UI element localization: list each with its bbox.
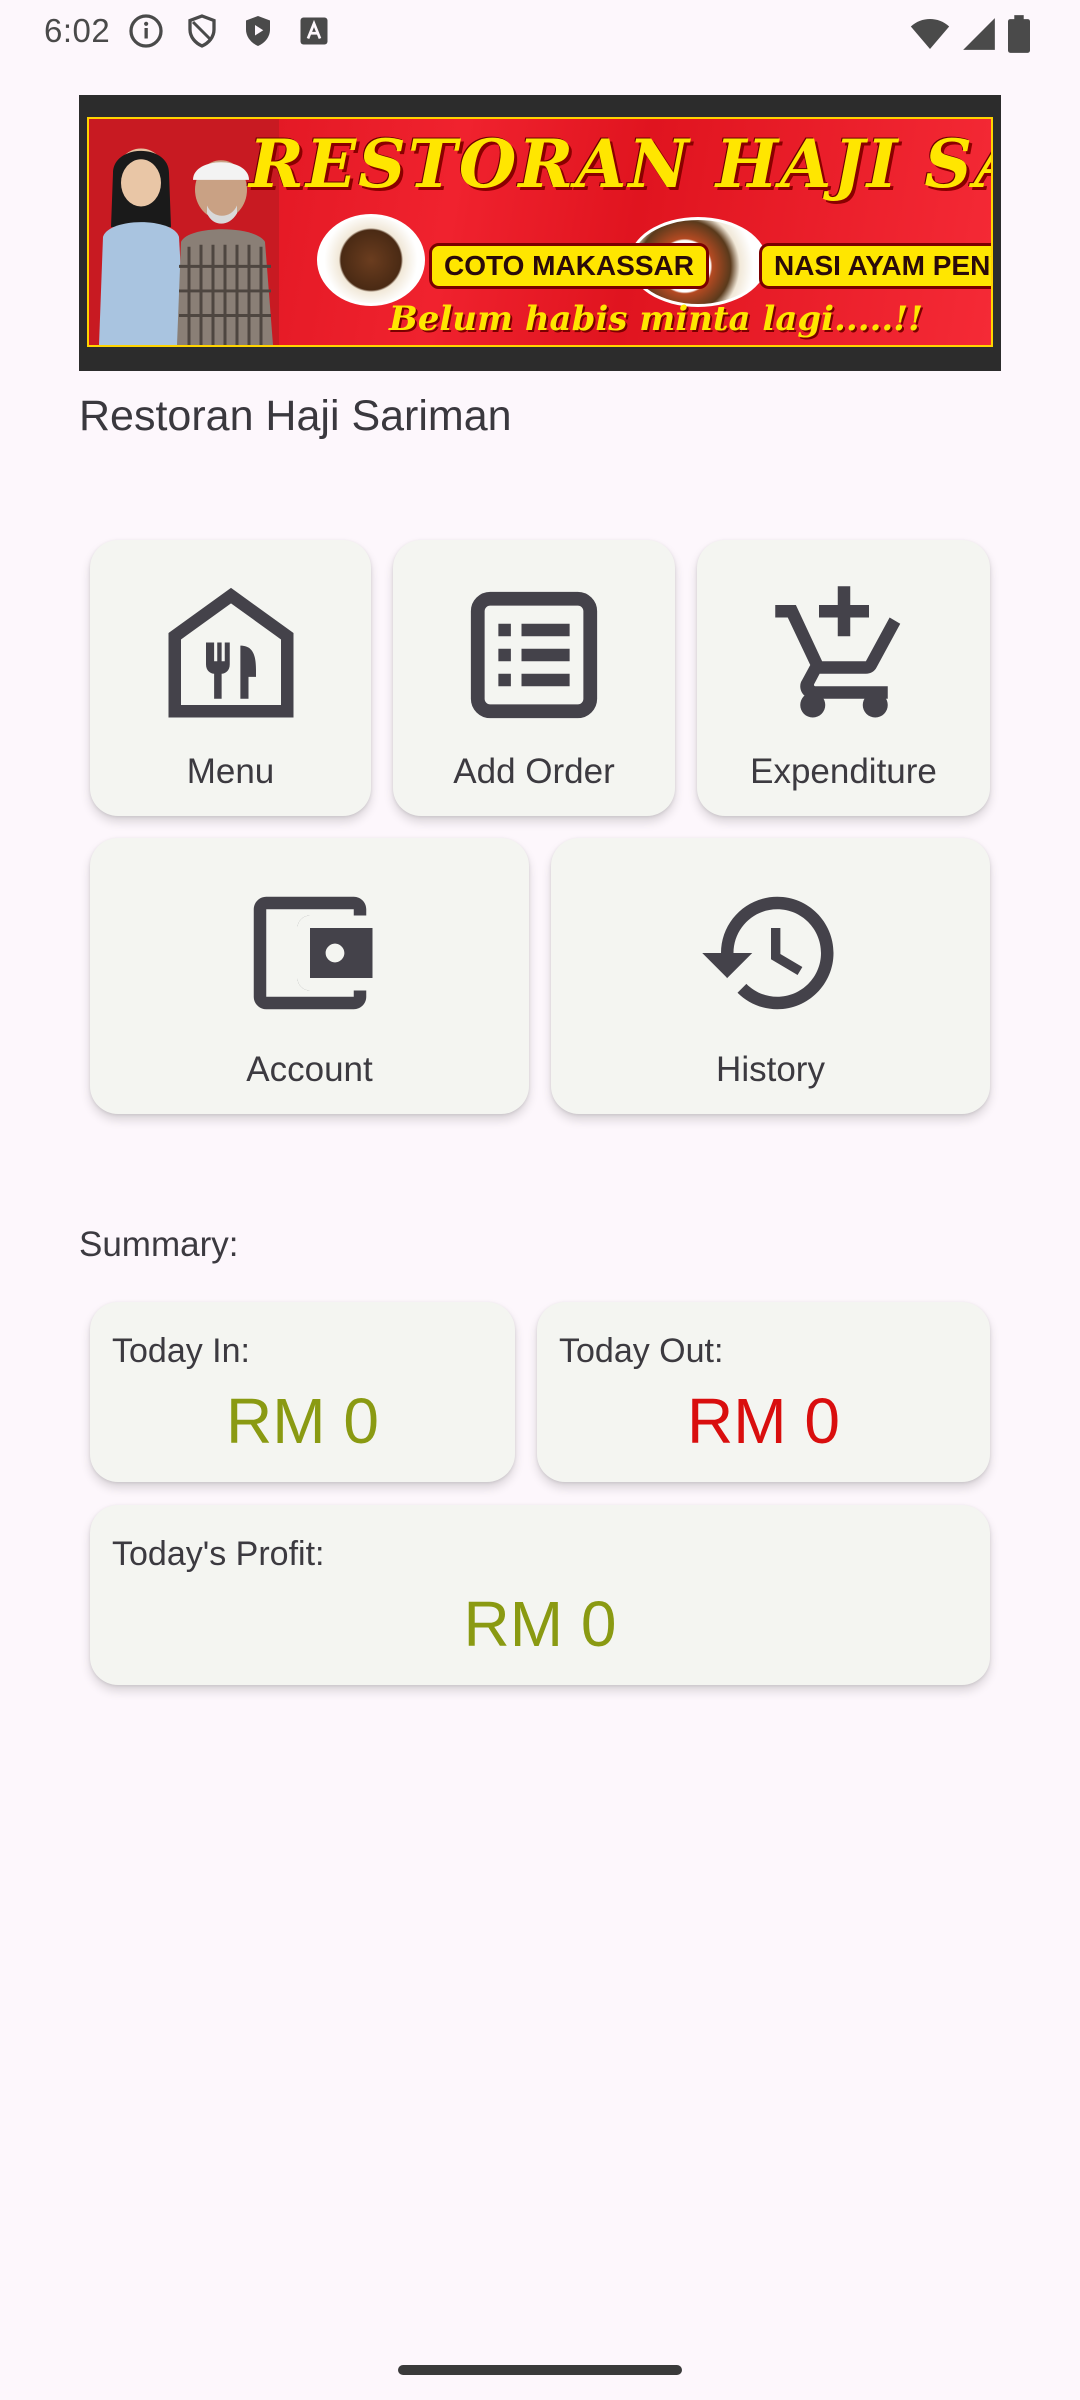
banner-tag-ayam-penyet: NASI AYAM PENYET xyxy=(759,243,991,289)
add-shopping-cart-icon xyxy=(774,586,900,718)
wifi-icon xyxy=(910,14,950,62)
today-out-value: RM 0 xyxy=(687,1385,840,1457)
expenditure-label: Expenditure xyxy=(750,752,937,791)
wallet-icon xyxy=(253,896,372,1010)
today-profit-card: Today's Profit: RM 0 xyxy=(90,1505,990,1685)
banner-dish-coto xyxy=(317,214,425,306)
today-in-card: Today In: RM 0 xyxy=(90,1302,515,1482)
status-time: 6:02 xyxy=(44,12,111,49)
history-button[interactable]: History xyxy=(551,838,990,1114)
today-in-value: RM 0 xyxy=(226,1385,379,1457)
summary-label: Summary: xyxy=(79,1225,239,1264)
play-protect-icon xyxy=(240,13,276,49)
history-label: History xyxy=(716,1050,825,1089)
list-icon xyxy=(470,591,598,719)
today-profit-label: Today's Profit: xyxy=(112,1535,325,1573)
banner-image: RESTORAN HAJI SARIMAN COTO MAKASSAR NASI… xyxy=(87,117,993,347)
today-out-label: Today Out: xyxy=(559,1332,724,1370)
menu-button[interactable]: Menu xyxy=(90,540,371,816)
cellular-signal-icon xyxy=(960,15,998,61)
today-out-card: Today Out: RM 0 xyxy=(537,1302,990,1482)
banner-slogan: Belum habis minta lagi.....!! xyxy=(389,299,924,339)
battery-icon xyxy=(1008,15,1030,61)
today-profit-value: RM 0 xyxy=(463,1588,617,1660)
status-bar: 6:02 xyxy=(0,0,1080,62)
home-indicator[interactable] xyxy=(398,2365,682,2375)
shield-icon xyxy=(184,13,220,49)
banner-title: RESTORAN HAJI SARIMAN xyxy=(249,125,991,203)
status-right xyxy=(910,14,1030,62)
account-label: Account xyxy=(246,1050,373,1089)
keyboard-a-icon xyxy=(296,13,332,49)
menu-label: Menu xyxy=(186,752,275,791)
banner-tag-coto: COTO MAKASSAR xyxy=(429,243,709,289)
page-title: Restoran Haji Sariman xyxy=(79,392,512,440)
account-button[interactable]: Account xyxy=(90,838,529,1114)
history-icon xyxy=(701,896,833,1010)
add-order-button[interactable]: Add Order xyxy=(393,540,675,816)
restaurant-menu-icon xyxy=(168,587,293,718)
info-icon xyxy=(128,13,164,49)
expenditure-button[interactable]: Expenditure xyxy=(697,540,990,816)
today-in-label: Today In: xyxy=(112,1332,250,1370)
add-order-label: Add Order xyxy=(453,752,615,791)
restaurant-banner: RESTORAN HAJI SARIMAN COTO MAKASSAR NASI… xyxy=(79,95,1001,371)
